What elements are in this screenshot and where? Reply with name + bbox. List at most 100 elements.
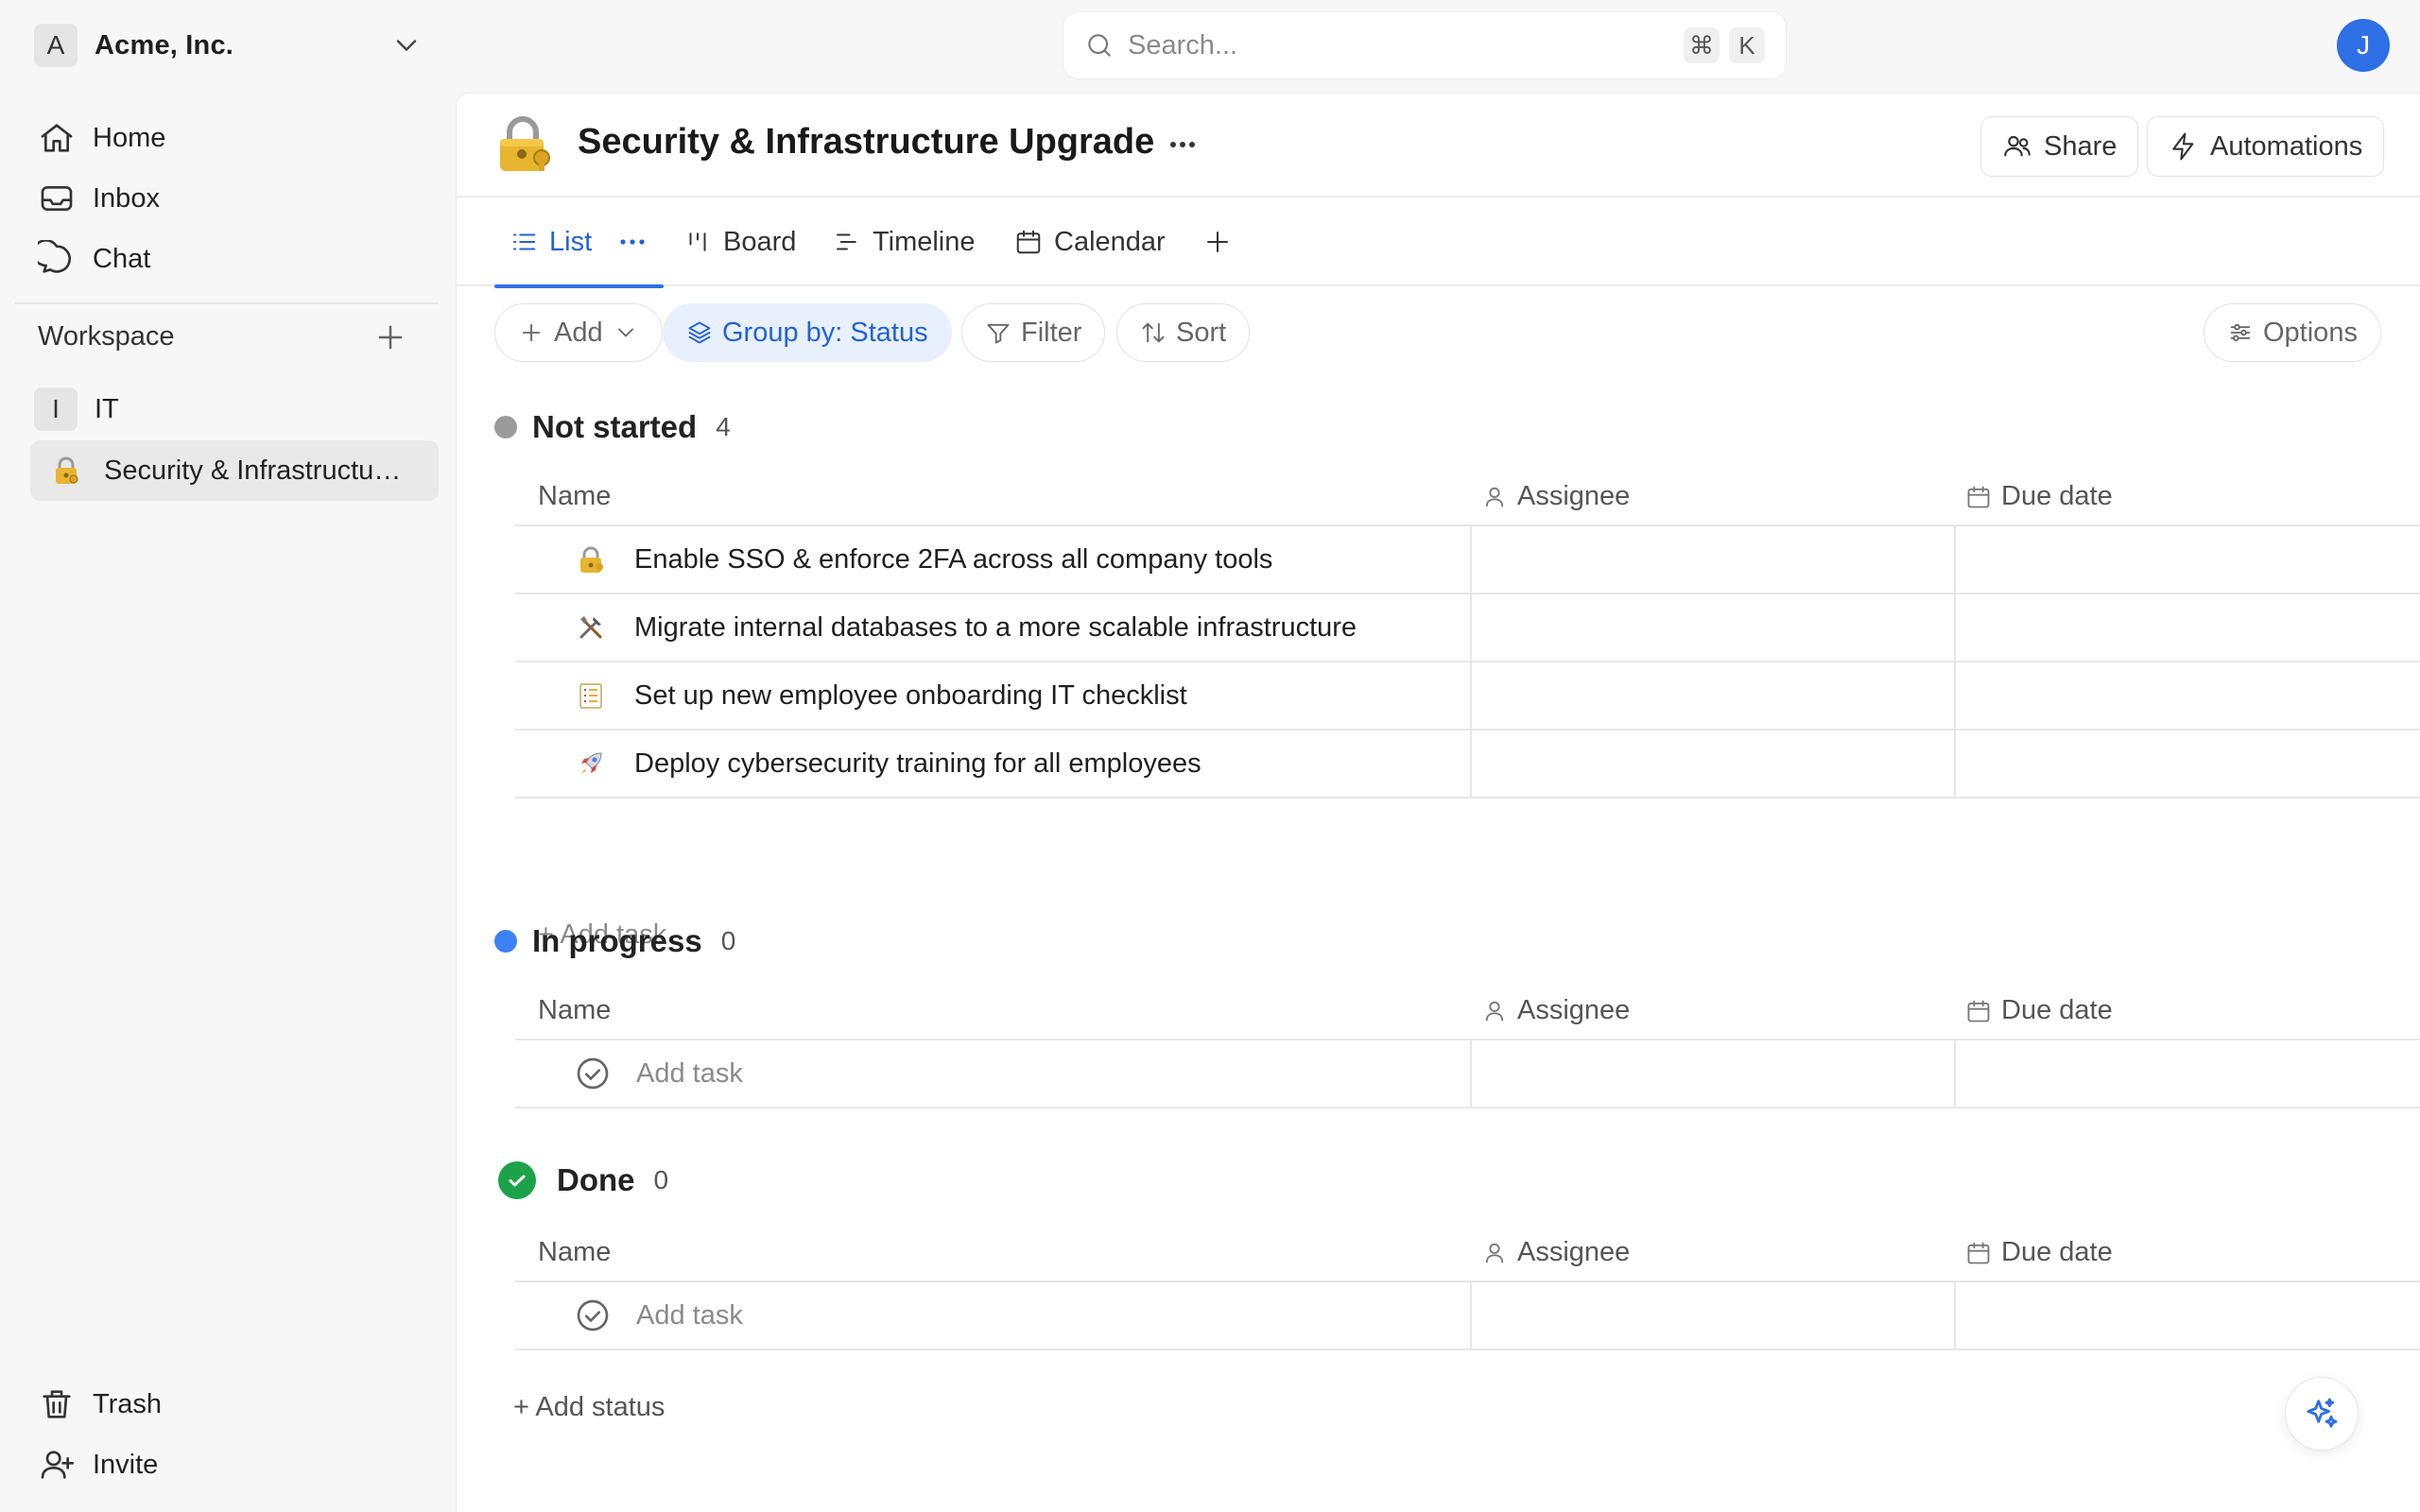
task-title: Set up new employee onboarding IT checkl…: [634, 679, 1187, 711]
column-assignee[interactable]: Assignee: [1481, 481, 1630, 512]
add-task-placeholder[interactable]: Add task: [636, 1300, 743, 1332]
add-view-button[interactable]: [1203, 198, 1232, 286]
add-task-row[interactable]: Add task: [515, 1280, 2420, 1349]
calendar-icon: [1967, 1242, 1990, 1263]
add-label: Add: [554, 317, 603, 348]
sidebar-divider: [15, 302, 439, 304]
assignee-cell[interactable]: [1472, 1040, 1956, 1107]
automations-button[interactable]: Automations: [2147, 116, 2385, 177]
add-task-placeholder[interactable]: Add task: [636, 1058, 743, 1090]
check-circle-icon[interactable]: [574, 1297, 612, 1334]
sidebar-item-project[interactable]: Security & Infrastructure Upgrade: [30, 440, 439, 501]
column-due-date[interactable]: Due date: [1965, 481, 2113, 512]
group-in-progress[interactable]: In progress 0: [494, 923, 735, 959]
filter-icon: [987, 323, 1010, 344]
main-panel: Security & Infrastructure Upgrade Share …: [456, 93, 2420, 1512]
tab-label: List: [549, 226, 593, 257]
user-avatar[interactable]: J: [2337, 19, 2390, 72]
view-tabs: List Board Timeline Calendar: [457, 198, 2420, 288]
inbox-icon: [41, 186, 73, 211]
list-icon: [513, 233, 536, 250]
sidebar-item-trash[interactable]: Trash: [28, 1378, 435, 1431]
table-footer-divider: [515, 1349, 2420, 1350]
sidebar-item-label: Trash: [93, 1388, 163, 1419]
tab-board[interactable]: Board: [683, 198, 796, 286]
column-assignee[interactable]: Assignee: [1481, 995, 1630, 1026]
tab-label: Timeline: [873, 226, 976, 257]
ai-assistant-button[interactable]: [2285, 1377, 2359, 1451]
top-bar: A Acme, Inc. ⌘ K J: [0, 0, 2420, 91]
group-by-button[interactable]: Group by: Status: [663, 303, 952, 362]
group-title: Not started: [532, 409, 698, 444]
calendar-icon: [1967, 486, 1990, 507]
chevron-down-icon: [617, 328, 633, 337]
task-title: Deploy cybersecurity training for all em…: [634, 747, 1201, 779]
sliders-icon: [2230, 323, 2251, 342]
column-name[interactable]: Name: [538, 995, 611, 1026]
table-footer-divider: [515, 1107, 2420, 1108]
add-button[interactable]: Add: [494, 303, 663, 362]
table-row[interactable]: Set up new employee onboarding IT checkl…: [515, 661, 2420, 729]
tab-calendar[interactable]: Calendar: [1014, 198, 1166, 286]
home-icon: [41, 124, 73, 152]
team-badge: I: [34, 387, 78, 431]
tab-timeline[interactable]: Timeline: [833, 198, 976, 286]
sidebar-item-it[interactable]: I IT: [34, 386, 431, 433]
sort-label: Sort: [1176, 317, 1227, 348]
check-circle-icon[interactable]: [574, 1055, 612, 1092]
table-row[interactable]: Migrate internal databases to a more sca…: [515, 593, 2420, 661]
column-due-date[interactable]: Due date: [1965, 995, 2113, 1026]
share-button[interactable]: Share: [1980, 116, 2139, 177]
add-status-link[interactable]: + Add status: [513, 1392, 665, 1423]
column-assignee[interactable]: Assignee: [1481, 1237, 1630, 1268]
sidebar: Home Inbox Chat Workspace I IT Security …: [0, 91, 454, 1512]
task-name-cell[interactable]: Enable SSO & enforce 2FA across all comp…: [515, 526, 1472, 593]
search-input[interactable]: [1128, 29, 1674, 61]
group-done[interactable]: Done 0: [498, 1161, 668, 1199]
task-name-cell[interactable]: Add task: [515, 1282, 1472, 1349]
filter-button[interactable]: Filter: [961, 303, 1106, 362]
assignee-cell[interactable]: [1472, 1282, 1956, 1349]
sidebar-item-inbox[interactable]: Inbox: [28, 172, 435, 225]
shortcut-cmd-key: ⌘: [1684, 27, 1720, 63]
options-button[interactable]: Options: [2204, 303, 2381, 362]
column-name[interactable]: Name: [538, 1237, 611, 1268]
org-switcher[interactable]: A Acme, Inc.: [34, 23, 424, 68]
assignee-cell[interactable]: [1472, 594, 1956, 661]
plus-icon[interactable]: [372, 319, 408, 355]
table-row[interactable]: Enable SSO & enforce 2FA across all comp…: [515, 524, 2420, 593]
sidebar-item-label: Inbox: [93, 182, 160, 214]
calendar-icon: [1016, 230, 1041, 254]
page-title: Security & Infrastructure Upgrade: [578, 122, 1155, 162]
sidebar-item-invite[interactable]: Invite: [28, 1438, 435, 1491]
automations-label: Automations: [2210, 130, 2363, 162]
sidebar-item-label: Invite: [93, 1449, 159, 1480]
sidebar-item-home[interactable]: Home: [28, 112, 435, 164]
task-title: Enable SSO & enforce 2FA across all comp…: [634, 543, 1273, 575]
assignee-cell[interactable]: [1472, 730, 1956, 797]
more-options-icon[interactable]: [1160, 126, 1205, 163]
org-name: Acme, Inc.: [95, 29, 234, 60]
assignee-cell[interactable]: [1472, 526, 1956, 593]
task-table-in-progress: Name Assignee Due date Add task: [515, 986, 2420, 1108]
person-icon: [1485, 1243, 1504, 1263]
task-name-cell[interactable]: Add task: [515, 1040, 1472, 1107]
plus-icon: [522, 323, 541, 342]
chevron-down-icon[interactable]: [389, 28, 424, 62]
sidebar-item-chat[interactable]: Chat: [28, 232, 435, 285]
tab-list[interactable]: List: [494, 198, 665, 288]
task-name-cell[interactable]: Set up new employee onboarding IT checkl…: [515, 662, 1472, 729]
group-not-started[interactable]: Not started 4: [494, 409, 731, 445]
search-bar[interactable]: ⌘ K: [1063, 11, 1787, 79]
group-count: 0: [653, 1165, 669, 1194]
task-name-cell[interactable]: Deploy cybersecurity training for all em…: [515, 730, 1472, 797]
column-due-date[interactable]: Due date: [1965, 1237, 2113, 1268]
task-name-cell[interactable]: Migrate internal databases to a more sca…: [515, 594, 1472, 661]
column-name[interactable]: Name: [538, 481, 611, 512]
sort-button[interactable]: Sort: [1116, 303, 1251, 362]
table-row[interactable]: Deploy cybersecurity training for all em…: [515, 729, 2420, 797]
rocket-icon: [574, 747, 608, 781]
tab-more-icon[interactable]: [616, 228, 648, 256]
add-task-row[interactable]: Add task: [515, 1039, 2420, 1107]
assignee-cell[interactable]: [1472, 662, 1956, 729]
